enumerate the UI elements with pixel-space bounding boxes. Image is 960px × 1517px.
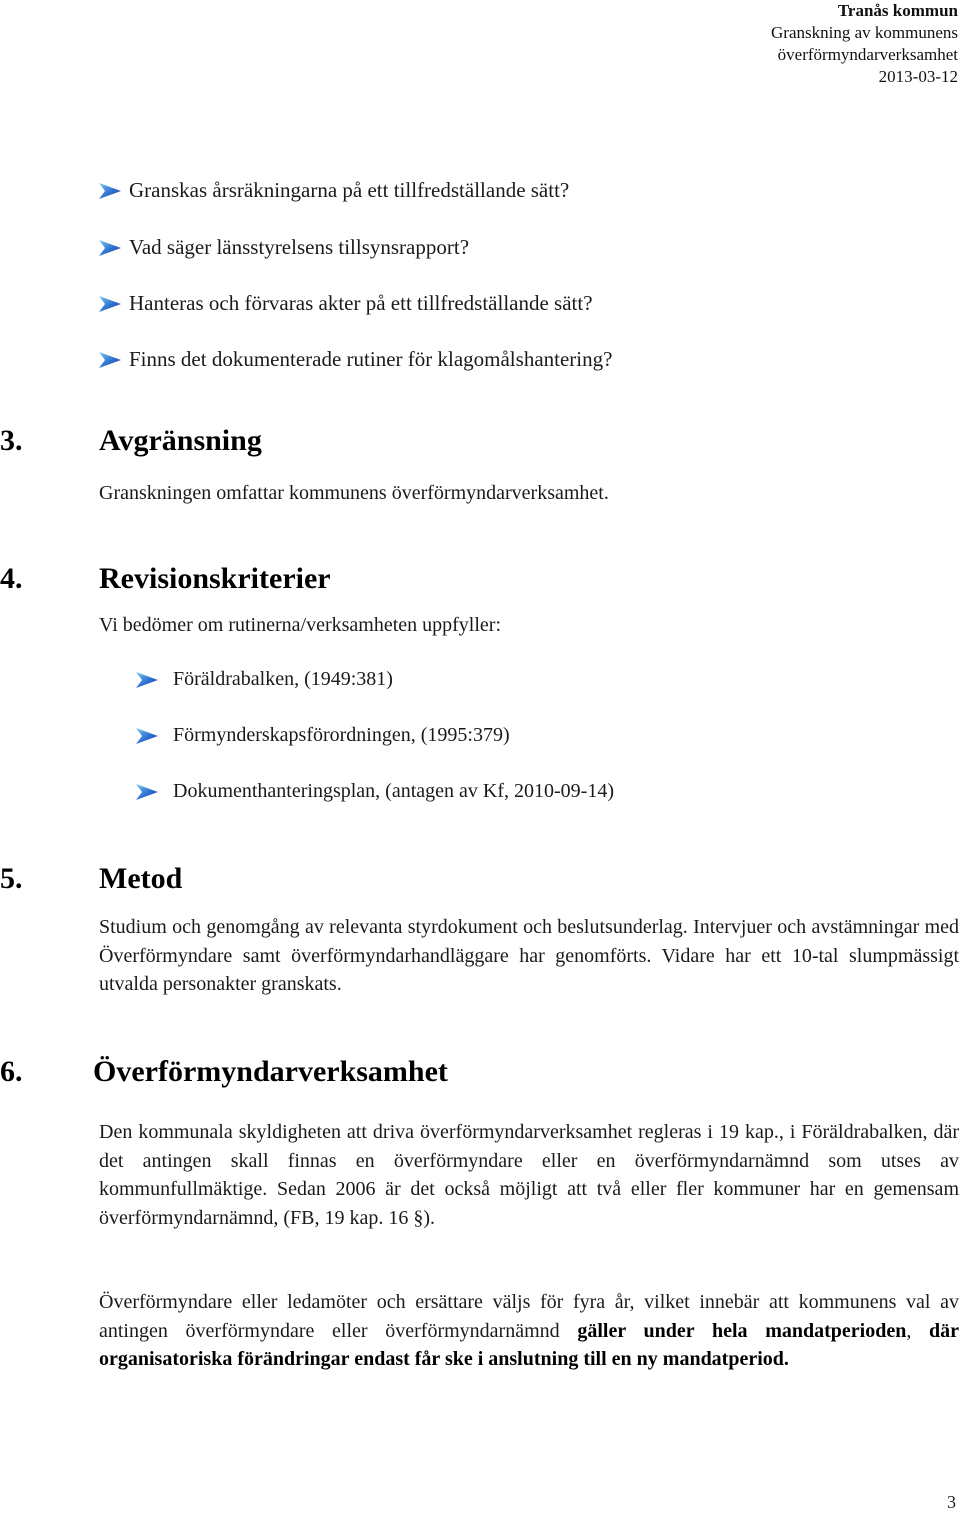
arrowhead-bullet-icon bbox=[99, 295, 121, 312]
arrowhead-bullet-icon bbox=[136, 727, 158, 744]
report-title-line1: Granskning av kommunens bbox=[771, 23, 958, 42]
paragraph-emphasis: gäller under hela mandatperioden bbox=[577, 1319, 907, 1342]
question-text: Hanteras och förvaras akter på ett tillf… bbox=[129, 291, 593, 315]
section-title: Revisionskriterier bbox=[99, 562, 331, 595]
section-title: Metod bbox=[99, 862, 183, 895]
page-number: 3 bbox=[947, 1492, 956, 1512]
criteria-item: Dokumenthanteringsplan, (antagen av Kf, … bbox=[135, 780, 614, 803]
section-number: 6. bbox=[0, 1055, 23, 1088]
paragraph-text: , bbox=[906, 1319, 930, 1342]
arrowhead-bullet-icon bbox=[99, 182, 121, 199]
criteria-text: Förmynderskapsförordningen, (1995:379) bbox=[173, 724, 510, 746]
criteria-item: Föräldrabalken, (1949:381) bbox=[135, 668, 393, 691]
question-text: Granskas årsräkningarna på ett tillfreds… bbox=[129, 178, 570, 202]
question-item: Hanteras och förvaras akter på ett tillf… bbox=[99, 291, 593, 316]
criteria-text: Dokumenthanteringsplan, (antagen av Kf, … bbox=[173, 780, 614, 802]
question-item: Vad säger länsstyrelsens tillsynsrapport… bbox=[99, 235, 469, 260]
section-5-text: Studium och genomgång av relevanta styrd… bbox=[99, 916, 959, 996]
section-title: Överförmyndarverksamhet bbox=[93, 1055, 448, 1088]
arrowhead-bullet-icon bbox=[99, 239, 121, 256]
section-number: 4. bbox=[0, 562, 23, 595]
arrowhead-bullet-icon bbox=[136, 671, 158, 688]
question-text: Finns det dokumenterade rutiner för klag… bbox=[129, 347, 613, 371]
question-text: Vad säger länsstyrelsens tillsynsrapport… bbox=[129, 235, 470, 259]
criteria-item: Förmynderskapsförordningen, (1995:379) bbox=[135, 724, 510, 747]
report-title-line2: överförmyndarverksamhet bbox=[777, 45, 958, 64]
report-date: 2013-03-12 bbox=[878, 67, 958, 86]
arrowhead-bullet-icon bbox=[136, 783, 158, 800]
section-number: 3. bbox=[0, 424, 23, 457]
section-4-intro: Vi bedömer om rutinerna/verksamheten upp… bbox=[99, 614, 502, 636]
question-item: Granskas årsräkningarna på ett tillfreds… bbox=[99, 178, 569, 203]
section-title: Avgränsning bbox=[99, 424, 262, 457]
criteria-text: Föräldrabalken, (1949:381) bbox=[173, 668, 393, 690]
section-number: 5. bbox=[0, 862, 23, 895]
document-header: Tranås kommun Granskning av kommunens öv… bbox=[771, 0, 958, 88]
section-6-paragraph-1: Den kommunala skyldigheten att driva öve… bbox=[99, 1121, 959, 1229]
arrowhead-bullet-icon bbox=[99, 351, 121, 368]
organization-name: Tranås kommun bbox=[837, 1, 958, 20]
question-item: Finns det dokumenterade rutiner för klag… bbox=[99, 347, 612, 372]
section-6-paragraph-2: Överförmyndare eller ledamöter och ersät… bbox=[99, 1288, 959, 1374]
section-3-text: Granskningen omfattar kommunens överförm… bbox=[99, 482, 609, 504]
